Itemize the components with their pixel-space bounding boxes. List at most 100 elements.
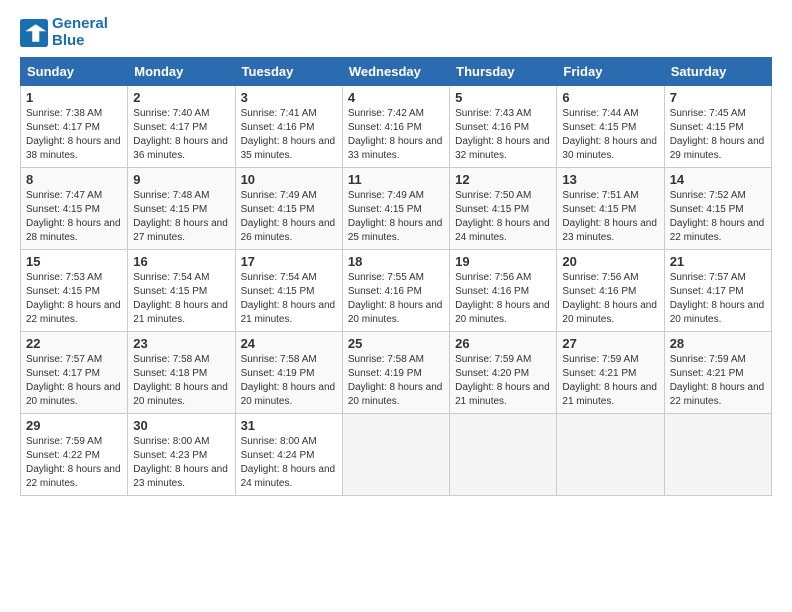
calendar-cell: 5 Sunrise: 7:43 AMSunset: 4:16 PMDaylight…	[450, 86, 557, 168]
day-number: 22	[26, 336, 122, 351]
day-info: Sunrise: 8:00 AMSunset: 4:23 PMDaylight:…	[133, 435, 229, 491]
day-number: 13	[562, 172, 658, 187]
day-info: Sunrise: 7:53 AMSunset: 4:15 PMDaylight:…	[26, 271, 122, 327]
header-day-saturday: Saturday	[664, 58, 771, 86]
day-number: 28	[670, 336, 766, 351]
day-info: Sunrise: 7:49 AMSunset: 4:15 PMDaylight:…	[348, 189, 444, 245]
calendar-week-row: 29 Sunrise: 7:59 AMSunset: 4:22 PMDayligh…	[21, 414, 772, 496]
day-number: 27	[562, 336, 658, 351]
day-number: 31	[241, 418, 337, 433]
calendar-cell: 30 Sunrise: 8:00 AMSunset: 4:23 PMDayligh…	[128, 414, 235, 496]
calendar-cell: 17 Sunrise: 7:54 AMSunset: 4:15 PMDayligh…	[235, 250, 342, 332]
calendar-week-row: 22 Sunrise: 7:57 AMSunset: 4:17 PMDayligh…	[21, 332, 772, 414]
day-info: Sunrise: 7:57 AMSunset: 4:17 PMDaylight:…	[26, 353, 122, 409]
calendar-cell: 18Sunrise: 7:55 AMSunset: 4:16 PMDayligh…	[342, 250, 449, 332]
day-number: 25	[348, 336, 444, 351]
day-info: Sunrise: 7:54 AMSunset: 4:15 PMDaylight:…	[241, 271, 337, 327]
day-number: 26	[455, 336, 551, 351]
day-number: 24	[241, 336, 337, 351]
calendar-cell	[342, 414, 449, 496]
day-number: 19	[455, 254, 551, 269]
day-info: Sunrise: 7:50 AMSunset: 4:15 PMDaylight:…	[455, 189, 551, 245]
header-day-friday: Friday	[557, 58, 664, 86]
calendar-cell: 14 Sunrise: 7:52 AMSunset: 4:15 PMDayligh…	[664, 168, 771, 250]
day-number: 8	[26, 172, 122, 187]
calendar-cell: 25 Sunrise: 7:58 AMSunset: 4:19 PMDayligh…	[342, 332, 449, 414]
day-info: Sunrise: 7:42 AMSunset: 4:16 PMDaylight:…	[348, 107, 444, 163]
calendar-cell: 22 Sunrise: 7:57 AMSunset: 4:17 PMDayligh…	[21, 332, 128, 414]
day-info: Sunrise: 7:56 AMSunset: 4:16 PMDaylight:…	[455, 271, 551, 327]
day-info: Sunrise: 7:57 AMSunset: 4:17 PMDaylight:…	[670, 271, 766, 327]
calendar-cell: 1 Sunrise: 7:38 AMSunset: 4:17 PMDaylight…	[21, 86, 128, 168]
day-number: 1	[26, 90, 122, 105]
header-day-wednesday: Wednesday	[342, 58, 449, 86]
logo: General Blue	[20, 16, 108, 49]
day-info: Sunrise: 7:59 AMSunset: 4:20 PMDaylight:…	[455, 353, 551, 409]
day-info: Sunrise: 7:43 AMSunset: 4:16 PMDaylight:…	[455, 107, 551, 163]
day-number: 30	[133, 418, 229, 433]
day-info: Sunrise: 7:48 AMSunset: 4:15 PMDaylight:…	[133, 189, 229, 245]
calendar-cell: 11Sunrise: 7:49 AMSunset: 4:15 PMDayligh…	[342, 168, 449, 250]
header-day-thursday: Thursday	[450, 58, 557, 86]
day-info: Sunrise: 7:52 AMSunset: 4:15 PMDaylight:…	[670, 189, 766, 245]
calendar-cell: 20 Sunrise: 7:56 AMSunset: 4:16 PMDayligh…	[557, 250, 664, 332]
day-number: 9	[133, 172, 229, 187]
calendar-cell: 12 Sunrise: 7:50 AMSunset: 4:15 PMDayligh…	[450, 168, 557, 250]
logo-icon	[20, 19, 48, 47]
calendar-week-row: 8Sunrise: 7:47 AMSunset: 4:15 PMDaylight…	[21, 168, 772, 250]
day-number: 17	[241, 254, 337, 269]
day-number: 12	[455, 172, 551, 187]
day-number: 16	[133, 254, 229, 269]
calendar-cell: 10 Sunrise: 7:49 AMSunset: 4:15 PMDayligh…	[235, 168, 342, 250]
calendar-cell	[664, 414, 771, 496]
day-number: 15	[26, 254, 122, 269]
header-day-monday: Monday	[128, 58, 235, 86]
page-container: General Blue SundayMondayTuesdayWednesda…	[20, 16, 772, 496]
calendar-cell: 7 Sunrise: 7:45 AMSunset: 4:15 PMDaylight…	[664, 86, 771, 168]
calendar-header-row: SundayMondayTuesdayWednesdayThursdayFrid…	[21, 58, 772, 86]
day-number: 14	[670, 172, 766, 187]
day-number: 3	[241, 90, 337, 105]
day-info: Sunrise: 7:59 AMSunset: 4:21 PMDaylight:…	[670, 353, 766, 409]
day-number: 6	[562, 90, 658, 105]
calendar-cell: 26 Sunrise: 7:59 AMSunset: 4:20 PMDayligh…	[450, 332, 557, 414]
calendar-cell: 2Sunrise: 7:40 AMSunset: 4:17 PMDaylight…	[128, 86, 235, 168]
calendar-cell: 31Sunrise: 8:00 AMSunset: 4:24 PMDayligh…	[235, 414, 342, 496]
calendar-week-row: 1 Sunrise: 7:38 AMSunset: 4:17 PMDaylight…	[21, 86, 772, 168]
calendar-cell: 13 Sunrise: 7:51 AMSunset: 4:15 PMDayligh…	[557, 168, 664, 250]
day-info: Sunrise: 7:38 AMSunset: 4:17 PMDaylight:…	[26, 107, 122, 163]
calendar-cell: 21 Sunrise: 7:57 AMSunset: 4:17 PMDayligh…	[664, 250, 771, 332]
calendar-cell: 28 Sunrise: 7:59 AMSunset: 4:21 PMDayligh…	[664, 332, 771, 414]
day-info: Sunrise: 7:41 AMSunset: 4:16 PMDaylight:…	[241, 107, 337, 163]
calendar-cell	[557, 414, 664, 496]
day-number: 4	[348, 90, 444, 105]
calendar-cell: 16 Sunrise: 7:54 AMSunset: 4:15 PMDayligh…	[128, 250, 235, 332]
day-info: Sunrise: 7:59 AMSunset: 4:22 PMDaylight:…	[26, 435, 122, 491]
calendar-cell: 23Sunrise: 7:58 AMSunset: 4:18 PMDayligh…	[128, 332, 235, 414]
calendar-cell: 4 Sunrise: 7:42 AMSunset: 4:16 PMDaylight…	[342, 86, 449, 168]
calendar-cell: 19 Sunrise: 7:56 AMSunset: 4:16 PMDayligh…	[450, 250, 557, 332]
calendar-cell: 24 Sunrise: 7:58 AMSunset: 4:19 PMDayligh…	[235, 332, 342, 414]
calendar-cell: 27 Sunrise: 7:59 AMSunset: 4:21 PMDayligh…	[557, 332, 664, 414]
day-info: Sunrise: 7:56 AMSunset: 4:16 PMDaylight:…	[562, 271, 658, 327]
day-number: 21	[670, 254, 766, 269]
day-info: Sunrise: 7:40 AMSunset: 4:17 PMDaylight:…	[133, 107, 229, 163]
day-info: Sunrise: 7:58 AMSunset: 4:18 PMDaylight:…	[133, 353, 229, 409]
day-number: 29	[26, 418, 122, 433]
day-info: Sunrise: 7:51 AMSunset: 4:15 PMDaylight:…	[562, 189, 658, 245]
calendar-table: SundayMondayTuesdayWednesdayThursdayFrid…	[20, 57, 772, 496]
day-info: Sunrise: 7:45 AMSunset: 4:15 PMDaylight:…	[670, 107, 766, 163]
day-info: Sunrise: 7:49 AMSunset: 4:15 PMDaylight:…	[241, 189, 337, 245]
day-info: Sunrise: 7:58 AMSunset: 4:19 PMDaylight:…	[241, 353, 337, 409]
page-header: General Blue	[20, 16, 772, 49]
day-number: 7	[670, 90, 766, 105]
day-number: 10	[241, 172, 337, 187]
calendar-cell: 9 Sunrise: 7:48 AMSunset: 4:15 PMDaylight…	[128, 168, 235, 250]
day-number: 20	[562, 254, 658, 269]
calendar-week-row: 15 Sunrise: 7:53 AMSunset: 4:15 PMDayligh…	[21, 250, 772, 332]
day-info: Sunrise: 7:58 AMSunset: 4:19 PMDaylight:…	[348, 353, 444, 409]
day-info: Sunrise: 7:59 AMSunset: 4:21 PMDaylight:…	[562, 353, 658, 409]
calendar-cell: 3 Sunrise: 7:41 AMSunset: 4:16 PMDaylight…	[235, 86, 342, 168]
day-number: 5	[455, 90, 551, 105]
day-info: Sunrise: 7:54 AMSunset: 4:15 PMDaylight:…	[133, 271, 229, 327]
